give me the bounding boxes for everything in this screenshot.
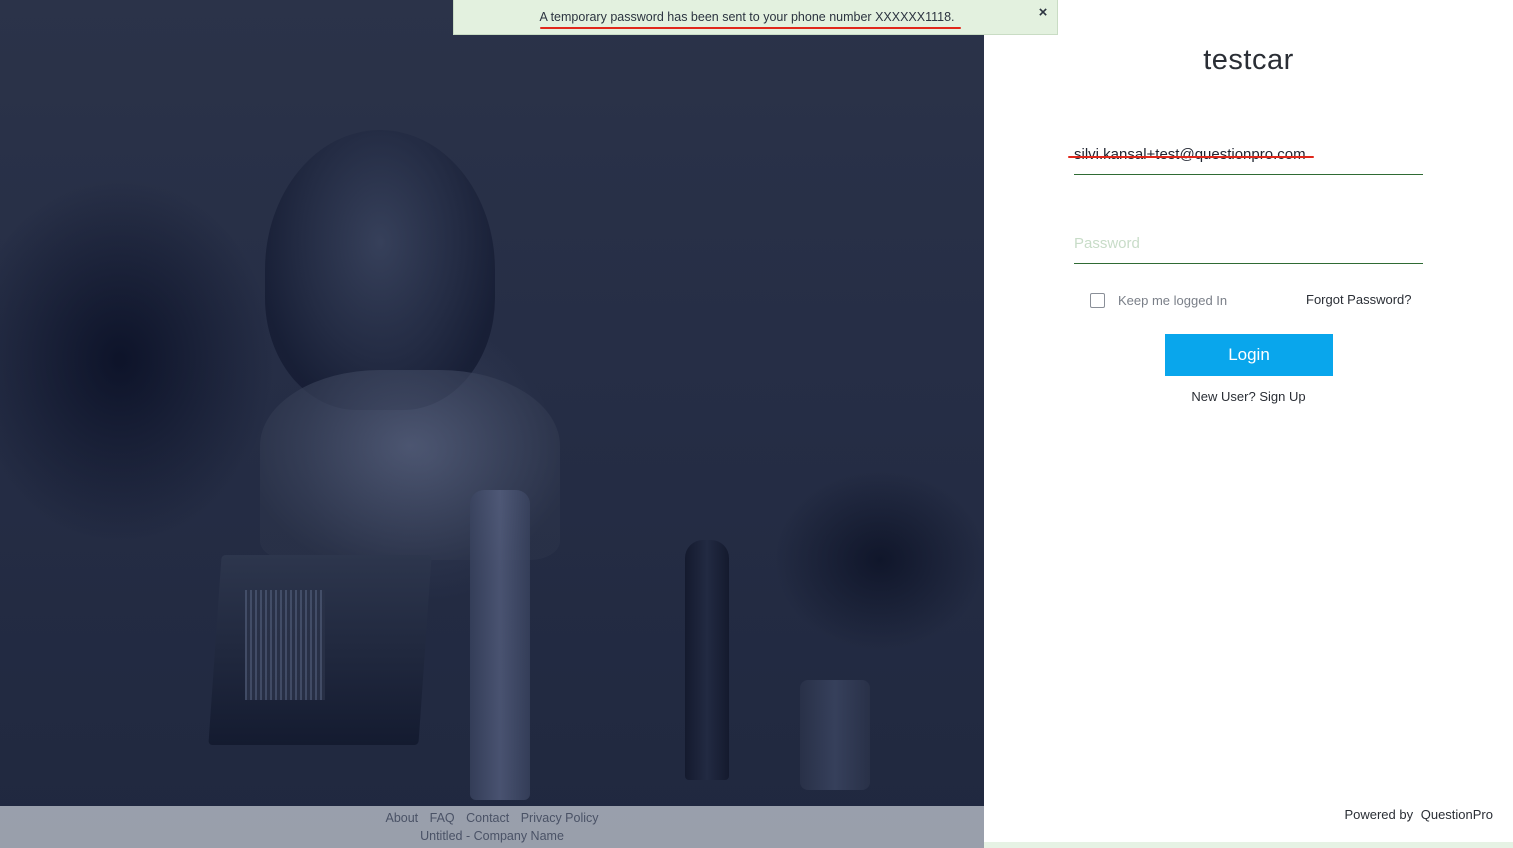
email-annotation-underline	[1068, 156, 1314, 158]
keep-logged-in-label: Keep me logged In	[1118, 292, 1228, 308]
new-user-text: New User?	[1191, 389, 1256, 404]
notification-annotation-underline	[540, 27, 961, 29]
login-panel: testcar Keep me logged In Forgot Passwor…	[984, 0, 1513, 848]
photo-person-figure	[265, 130, 495, 410]
forgot-password-link[interactable]: Forgot Password?	[1306, 292, 1412, 307]
powered-by: Powered by QuestionPro	[1344, 807, 1493, 822]
keep-logged-in-checkbox[interactable]	[1090, 292, 1105, 308]
photo-jar	[800, 680, 870, 790]
keep-logged-in[interactable]: Keep me logged In	[1090, 292, 1227, 308]
login-page: About FAQ Contact Privacy Policy Untitle…	[0, 0, 1513, 848]
footer-link-faq[interactable]: FAQ	[430, 811, 455, 825]
powered-by-label: Powered by	[1344, 807, 1414, 822]
notification-toast: A temporary password has been sent to yo…	[453, 0, 1058, 35]
background-photo: About FAQ Contact Privacy Policy Untitle…	[0, 0, 984, 848]
brand-title: testcar	[1203, 44, 1294, 76]
notification-message: A temporary password has been sent to yo…	[539, 10, 955, 24]
photo-water-bottle	[470, 490, 530, 800]
footer-links: About FAQ Contact Privacy Policy	[0, 806, 984, 827]
sign-up-link[interactable]: Sign Up	[1259, 389, 1305, 404]
close-icon[interactable]: ×	[1036, 5, 1050, 20]
powered-by-brand[interactable]: QuestionPro	[1421, 807, 1493, 822]
footer-link-contact[interactable]: Contact	[466, 811, 509, 825]
signup-row: New User? Sign Up	[984, 389, 1513, 404]
bottom-strip	[984, 842, 1513, 848]
footer-link-privacy-policy[interactable]: Privacy Policy	[521, 811, 599, 825]
login-button[interactable]: Login	[1165, 334, 1333, 376]
password-input[interactable]	[1074, 229, 1423, 264]
photo-beer-bottle	[685, 540, 729, 780]
footer-link-about[interactable]: About	[385, 811, 418, 825]
footer-copyright: Untitled - Company Name	[420, 829, 564, 843]
page-footer: About FAQ Contact Privacy Policy Untitle…	[0, 806, 984, 848]
photo-laptop-keyboard	[245, 590, 325, 700]
